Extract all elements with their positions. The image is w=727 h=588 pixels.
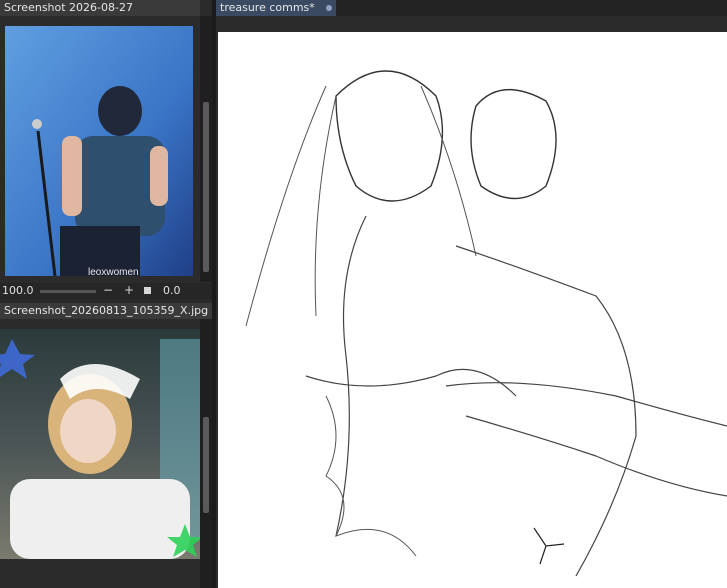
canvas-tabbar: treasure comms* [216,0,727,16]
zoom-out-button[interactable]: − [103,283,113,297]
square-icon[interactable] [144,287,151,294]
image-watermark: leoxwomen [88,267,139,278]
panel1-scroll-thumb[interactable] [203,102,209,272]
canvas-area[interactable] [216,16,727,588]
modified-dot-icon [326,5,333,11]
panel2-scroll-thumb[interactable] [203,417,209,513]
panel2-tabbar: Screenshot_20260813_105359_X.jpg ✕ [0,303,213,334]
panel2-scrollbar[interactable] [200,319,212,588]
panel1-image: leoxwomen [5,26,193,278]
canvas-tab-title: treasure comms* [220,1,315,14]
zoom-slider[interactable] [40,290,96,293]
zoom-in-button[interactable]: + [124,283,134,297]
rotation-value[interactable]: 0.0 [163,284,181,297]
drawing-canvas[interactable] [216,16,727,588]
panel1-image-frame: leoxwomen [0,16,200,282]
panel1-scrollbar[interactable] [200,16,212,282]
panel2-image-frame [0,319,200,588]
canvas-tab[interactable]: treasure comms* [216,0,337,16]
zoom-value[interactable]: 100.0 [2,284,34,297]
panel2-image [0,329,200,559]
panel1-navigator-bar: 100.0 − + 0.0 [0,283,212,299]
panel2-tab-title: Screenshot_20260813_105359_X.jpg [4,304,209,317]
panel2-tab[interactable]: Screenshot_20260813_105359_X.jpg [0,303,213,319]
panel1-tabbar: Screenshot 2026-08-27 101653.png ✕ [0,0,200,47]
